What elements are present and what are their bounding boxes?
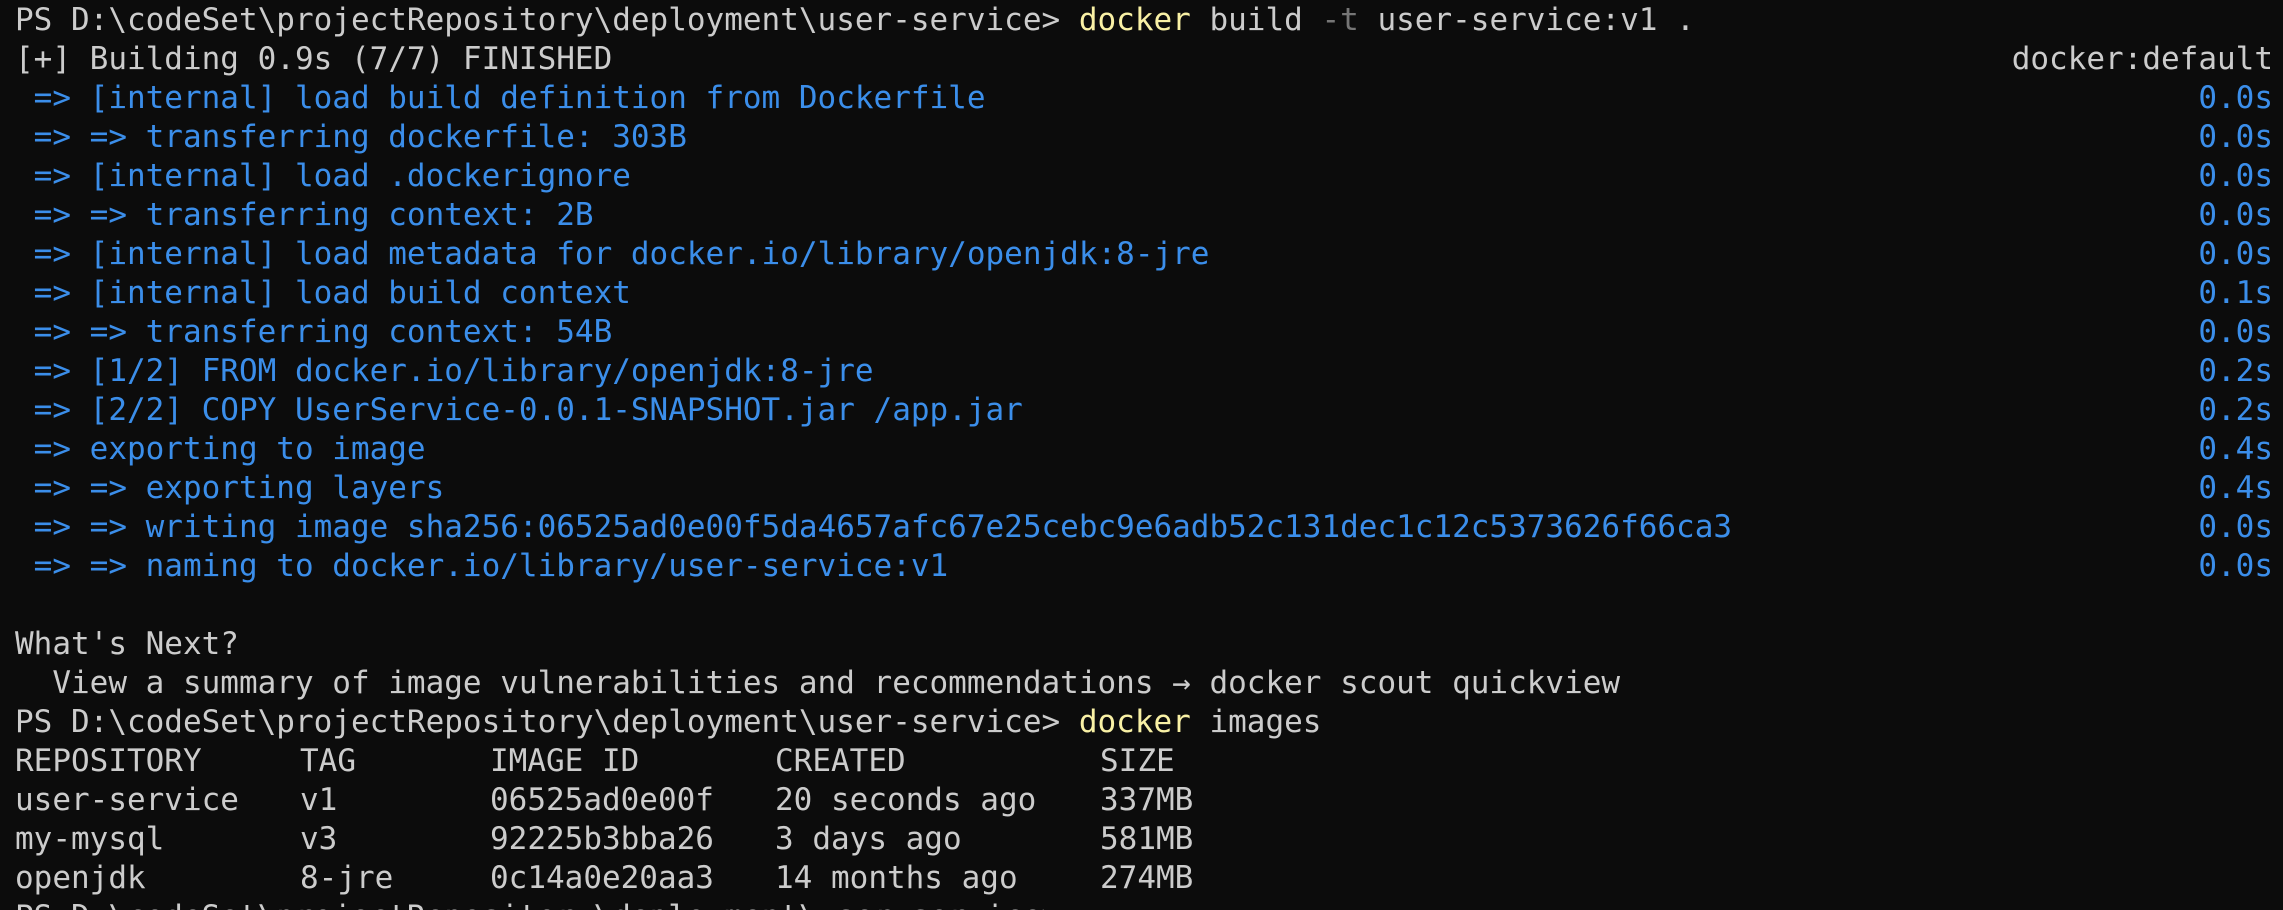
table-cell: 581MB xyxy=(1100,821,1194,857)
build-step-line: => => transferring context: 54B 0.0s xyxy=(0,313,2283,352)
command-flag: -t xyxy=(1321,2,1359,38)
build-step-text: => => transferring dockerfile: 303B xyxy=(15,119,687,155)
table-cell: 8-jre xyxy=(300,860,394,896)
table-cell: user-service xyxy=(15,782,239,818)
build-step-time: 0.0s xyxy=(2198,236,2273,272)
table-cell: 92225b3bba26 xyxy=(490,821,714,857)
table-cell: my-mysql xyxy=(15,821,165,857)
build-step-text: => => transferring context: 2B xyxy=(15,197,594,233)
table-cell: 06525ad0e00f xyxy=(490,782,714,818)
build-step-line: => [internal] load build context 0.1s xyxy=(0,274,2283,313)
build-step-time: 0.0s xyxy=(2198,197,2273,233)
table-cell: 3 days ago xyxy=(775,821,962,857)
table-cell: 274MB xyxy=(1100,860,1194,896)
prompt-path: PS D:\codeSet\projectRepository\deployme… xyxy=(15,899,1079,910)
table-header-cell: SIZE xyxy=(1100,743,1175,779)
command-name: docker xyxy=(1078,2,1191,38)
build-step-time: 0.4s xyxy=(2198,470,2273,506)
build-step-text: => [internal] load build definition from… xyxy=(15,80,986,116)
build-steps-list: => [internal] load build definition from… xyxy=(0,79,2283,586)
build-step-text: => => naming to docker.io/library/user-s… xyxy=(15,548,949,584)
command-args: images xyxy=(1190,704,1322,740)
build-step-line: => [1/2] FROM docker.io/library/openjdk:… xyxy=(0,352,2283,391)
build-step-time: 0.2s xyxy=(2198,353,2273,389)
build-status: [+] Building 0.9s (7/7) FINISHED xyxy=(15,41,613,77)
table-row: my-mysql v3 92225b3bba26 3 days ago 581MB xyxy=(0,820,2283,859)
build-step-line: => [internal] load metadata for docker.i… xyxy=(0,235,2283,274)
build-step-line: => => naming to docker.io/library/user-s… xyxy=(0,547,2283,586)
build-step-text: => => transferring context: 54B xyxy=(15,314,613,350)
command-args: build xyxy=(1190,2,1322,38)
command-args: user-service:v1 . xyxy=(1358,2,1695,38)
build-step-text: => [internal] load build context xyxy=(15,275,631,311)
build-step-time: 0.1s xyxy=(2198,275,2273,311)
build-step-line: => => writing image sha256:06525ad0e00f5… xyxy=(0,508,2283,547)
terminal-window[interactable]: PS D:\codeSet\projectRepository\deployme… xyxy=(0,0,2283,910)
build-step-time: 0.4s xyxy=(2198,431,2273,467)
images-table: REPOSITORY TAG IMAGE ID CREATED SIZE user-ser… xyxy=(0,742,2283,898)
build-step-text: => [2/2] COPY UserService-0.0.1-SNAPSHOT… xyxy=(15,392,1023,428)
prompt-line-build: PS D:\codeSet\projectRepository\deployme… xyxy=(0,1,2283,40)
whats-next-title: What's Next? xyxy=(15,626,239,662)
build-step-line: => => transferring dockerfile: 303B 0.0s xyxy=(0,118,2283,157)
table-cell: v3 xyxy=(300,821,338,857)
build-step-time: 0.2s xyxy=(2198,392,2273,428)
build-step-time: 0.0s xyxy=(2198,314,2273,350)
build-step-line: => => transferring context: 2B 0.0s xyxy=(0,196,2283,235)
table-row: openjdk 8-jre 0c14a0e20aa3 14 months ago 274… xyxy=(0,859,2283,898)
build-step-time: 0.0s xyxy=(2198,119,2273,155)
build-status-line: [+] Building 0.9s (7/7) FINISHED docker:d… xyxy=(0,40,2283,79)
table-header-row: REPOSITORY TAG IMAGE ID CREATED SIZE xyxy=(0,742,2283,781)
prompt-path: PS D:\codeSet\projectRepository\deployme… xyxy=(15,2,1079,38)
prompt-line-images: PS D:\codeSet\projectRepository\deployme… xyxy=(0,703,2283,742)
build-step-line: => [internal] load build definition from… xyxy=(0,79,2283,118)
table-header-cell: IMAGE ID xyxy=(490,743,640,779)
table-cell: 0c14a0e20aa3 xyxy=(490,860,714,896)
build-step-line: => => exporting layers 0.4s xyxy=(0,469,2283,508)
table-header-cell: REPOSITORY xyxy=(15,743,202,779)
command-name: docker xyxy=(1078,704,1191,740)
prompt-line-current[interactable]: PS D:\codeSet\projectRepository\deployme… xyxy=(0,898,2283,910)
table-cell: 20 seconds ago xyxy=(775,782,1037,818)
build-step-line: => exporting to image 0.4s xyxy=(0,430,2283,469)
build-step-text: => [internal] load .dockerignore xyxy=(15,158,631,194)
build-step-time: 0.0s xyxy=(2198,80,2273,116)
table-cell: 337MB xyxy=(1100,782,1194,818)
table-cell: 14 months ago xyxy=(775,860,1018,896)
prompt-path: PS D:\codeSet\projectRepository\deployme… xyxy=(15,704,1079,740)
table-header-cell: CREATED xyxy=(775,743,906,779)
build-step-time: 0.0s xyxy=(2198,158,2273,194)
build-step-text: => exporting to image xyxy=(15,431,426,467)
table-cell: openjdk xyxy=(15,860,146,896)
build-step-text: => [1/2] FROM docker.io/library/openjdk:… xyxy=(15,353,874,389)
build-step-text: => => exporting layers xyxy=(15,470,445,506)
build-step-line: => [internal] load .dockerignore 0.0s xyxy=(0,157,2283,196)
table-row: user-service v1 06525ad0e00f 20 seconds ago… xyxy=(0,781,2283,820)
build-step-text: => => writing image sha256:06525ad0e00f5… xyxy=(15,509,1733,545)
build-step-time: 0.0s xyxy=(2198,548,2273,584)
table-header-cell: TAG xyxy=(300,743,356,779)
whats-next-hint: View a summary of image vulnerabilities … xyxy=(15,665,1621,701)
builder-name: docker:default xyxy=(2011,41,2273,77)
build-step-text: => [internal] load metadata for docker.i… xyxy=(15,236,1210,272)
table-cell: v1 xyxy=(300,782,338,818)
build-step-line: => [2/2] COPY UserService-0.0.1-SNAPSHOT… xyxy=(0,391,2283,430)
build-step-time: 0.0s xyxy=(2198,509,2273,545)
